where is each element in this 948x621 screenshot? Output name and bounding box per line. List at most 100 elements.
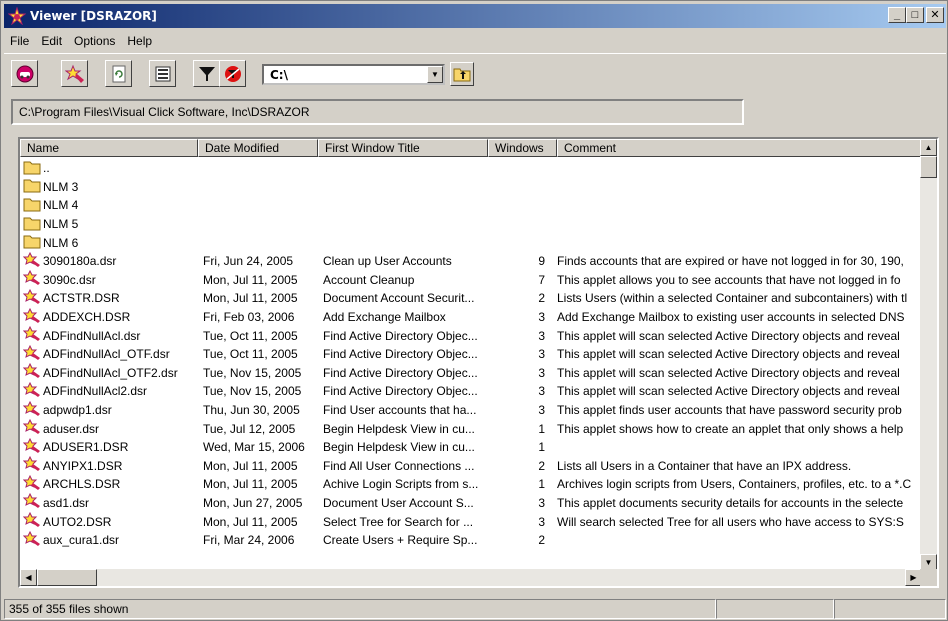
vertical-scrollbar[interactable]: ▲ ▼	[920, 139, 937, 571]
name-cell: ADFindNullAcl_OTF.dsr	[20, 344, 195, 364]
file-row[interactable]: asd1.dsr Mon, Jun 27, 2005 Document User A…	[20, 493, 922, 513]
clear-filter-button[interactable]	[219, 60, 246, 87]
col-comment-header[interactable]: Comment	[557, 139, 922, 157]
horizontal-scroll-thumb[interactable]	[37, 569, 97, 586]
date-cell: Mon, Jul 11, 2005	[203, 272, 298, 287]
vertical-scroll-thumb[interactable]	[920, 156, 937, 178]
menu-file[interactable]: File	[4, 34, 35, 48]
name-cell: aux_cura1.dsr	[20, 530, 195, 550]
file-row[interactable]: ADDEXCH.DSR Fri, Feb 03, 2006 Add Exchange…	[20, 307, 922, 327]
file-name: ANYIPX1.DSR	[43, 458, 123, 473]
name-cell: ..	[20, 159, 195, 178]
applet-button[interactable]	[61, 60, 88, 87]
folder-row[interactable]: NLM 6	[20, 233, 922, 252]
close-icon: ✕	[930, 8, 940, 21]
file-name: aux_cura1.dsr	[43, 533, 120, 548]
scroll-left-icon[interactable]: ◀	[20, 569, 37, 586]
windows-cell: 3	[538, 495, 545, 510]
name-cell: ADFindNullAcl_OTF2.dsr	[20, 363, 195, 382]
file-row[interactable]: adpwdp1.dsr Thu, Jun 30, 2005 Find User ac…	[20, 400, 922, 420]
folder-row[interactable]: NLM 5	[20, 215, 922, 234]
file-name: 3090180a.dsr	[43, 254, 117, 269]
file-name: ACTSTR.DSR	[43, 291, 120, 306]
minimize-button[interactable]: _	[888, 7, 906, 23]
windows-cell: 3	[538, 347, 545, 362]
file-row[interactable]: aduser.dsr Tue, Jul 12, 2005 Begin Helpdes…	[20, 419, 922, 438]
up-folder-button[interactable]	[450, 62, 474, 86]
folder-row[interactable]: ..	[20, 159, 922, 178]
applet-file-icon	[22, 288, 43, 308]
file-row[interactable]: ARCHLS.DSR Mon, Jul 11, 2005 Achive Login …	[20, 474, 922, 494]
status-bar: 355 of 355 files shown	[4, 599, 946, 619]
chevron-down-icon[interactable]: ▼	[427, 66, 443, 83]
col-name-header[interactable]: Name	[20, 139, 198, 157]
no-filter-icon	[224, 65, 241, 82]
file-row[interactable]: ANYIPX1.DSR Mon, Jul 11, 2005 Find All Use…	[20, 456, 922, 476]
applet-file-icon	[22, 474, 43, 494]
folder-icon	[23, 215, 43, 234]
up-folder-icon	[453, 68, 471, 82]
file-row[interactable]: AUTO2.DSR Mon, Jul 11, 2005 Select Tree fo…	[20, 512, 922, 531]
file-row[interactable]: ADFindNullAcl.dsr Tue, Oct 11, 2005 Find A…	[20, 326, 922, 345]
title-cell: Select Tree for Search for ...	[323, 514, 474, 529]
column-header: Name Date Modified First Window Title Wi…	[20, 139, 922, 157]
close-button[interactable]: ✕	[926, 7, 944, 23]
folder-icon	[23, 196, 43, 215]
file-name: adpwdp1.dsr	[43, 403, 112, 418]
date-cell: Mon, Jul 11, 2005	[203, 291, 298, 306]
file-row[interactable]: 3090180a.dsr Fri, Jun 24, 2005 Clean up Us…	[20, 251, 922, 271]
date-cell: Tue, Oct 11, 2005	[203, 328, 298, 343]
title-cell: Document Account Securit...	[323, 291, 475, 306]
col-date-header[interactable]: Date Modified	[198, 139, 318, 157]
status-panel-2	[716, 599, 834, 619]
col-title-header[interactable]: First Window Title	[318, 139, 488, 157]
file-name: ADFindNullAcl2.dsr	[43, 384, 148, 399]
date-cell: Fri, Mar 24, 2006	[203, 533, 295, 548]
file-name: NLM 5	[43, 217, 79, 232]
file-row[interactable]: aux_cura1.dsr Fri, Mar 24, 2006 Create Use…	[20, 530, 922, 550]
minimize-icon: _	[893, 8, 901, 21]
windows-cell: 3	[538, 384, 545, 399]
menu-help[interactable]: Help	[121, 34, 158, 48]
col-windows-header[interactable]: Windows	[488, 139, 557, 157]
windows-cell: 2	[538, 291, 545, 306]
comment-cell: This applet will scan selected Active Di…	[557, 347, 900, 362]
folder-row[interactable]: NLM 3	[20, 178, 922, 197]
title-bar[interactable]: Viewer [DSRAZOR] _ □ ✕	[4, 4, 946, 28]
applet-file-icon	[22, 381, 43, 401]
viewer-window: Viewer [DSRAZOR] _ □ ✕ File Edit Options…	[0, 0, 948, 621]
scroll-up-icon[interactable]: ▲	[920, 139, 937, 156]
file-row[interactable]: ADUSER1.DSR Wed, Mar 15, 2006 Begin Helpde…	[20, 437, 922, 457]
filter-button[interactable]	[193, 60, 220, 87]
menu-edit[interactable]: Edit	[35, 34, 68, 48]
list-view-button[interactable]	[149, 60, 176, 87]
file-row[interactable]: ADFindNullAcl_OTF2.dsr Tue, Nov 15, 2005 F…	[20, 363, 922, 383]
file-row[interactable]: ADFindNullAcl2.dsr Tue, Nov 15, 2005 Find …	[20, 381, 922, 401]
title-cell: Create Users + Require Sp...	[323, 533, 478, 548]
status-files-shown: 355 of 355 files shown	[4, 599, 716, 619]
applet-file-icon	[22, 456, 43, 475]
comment-cell: Lists Users (within a selected Container…	[557, 291, 908, 306]
drive-select[interactable]: C:\ ▼	[262, 64, 445, 85]
maximize-icon: □	[911, 8, 919, 21]
name-cell: 3090c.dsr	[20, 270, 195, 289]
applet-file-icon	[22, 419, 43, 438]
maximize-button[interactable]: □	[906, 7, 924, 23]
title-cell: Document User Account S...	[323, 495, 474, 510]
name-cell: asd1.dsr	[20, 493, 195, 512]
file-row[interactable]: 3090c.dsr Mon, Jul 11, 2005 Account Cleanu…	[20, 270, 922, 290]
refresh-button[interactable]	[105, 60, 132, 87]
title-cell: Begin Helpdesk View in cu...	[323, 421, 475, 436]
folder-row[interactable]: NLM 4	[20, 196, 922, 215]
run-applet-button[interactable]	[11, 60, 38, 87]
file-row[interactable]: ACTSTR.DSR Mon, Jul 11, 2005 Document Acco…	[20, 288, 922, 308]
name-cell: NLM 3	[20, 177, 195, 196]
file-row[interactable]: ADFindNullAcl_OTF.dsr Tue, Oct 11, 2005 Fi…	[20, 344, 922, 364]
comment-cell: This applet will scan selected Active Di…	[557, 328, 900, 343]
name-cell: AUTO2.DSR	[20, 512, 195, 531]
menu-options[interactable]: Options	[68, 34, 121, 48]
date-cell: Tue, Jul 12, 2005	[203, 421, 296, 436]
windows-cell: 1	[538, 421, 545, 436]
horizontal-scrollbar[interactable]: ◀ ▶	[20, 569, 922, 586]
applet-star-icon	[64, 64, 84, 83]
